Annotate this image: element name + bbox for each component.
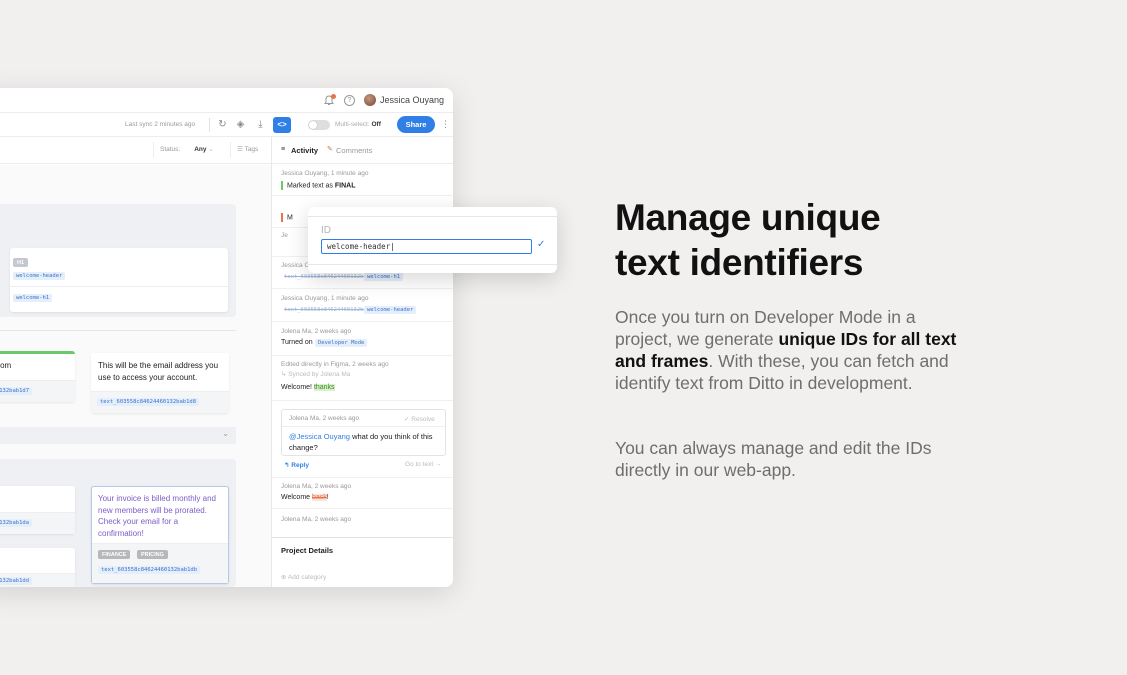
divider (308, 216, 557, 217)
top-bar: ? Jessica Ouyang (0, 88, 453, 113)
body-paragraph-1: Once you turn on Developer Mode in a pro… (615, 307, 957, 393)
toggle-knob (309, 121, 317, 129)
activity-item: Jolena Ma, 2 weeks ago (272, 509, 453, 537)
avatar[interactable] (364, 94, 376, 106)
divider (308, 264, 557, 265)
tag-pricing[interactable]: PRICING (137, 550, 168, 559)
body-paragraph-2: You can always manage and edit the IDs d… (615, 438, 932, 480)
activity-meta: Jolena Ma, 2 weeks ago (281, 516, 352, 523)
headline-line-1: Manage unique (615, 197, 881, 238)
tab-comments[interactable]: Comments (336, 146, 372, 155)
tags-filter[interactable]: ☰ Tags (230, 142, 268, 158)
text-card[interactable]: 4460132bab1dd (0, 548, 75, 587)
activity-item: Jolena Ma, 2 weeks ago Turned on Develop… (272, 322, 453, 356)
more-options-icon[interactable]: ⋮ (441, 119, 450, 130)
card-text: This will be the email address you use t… (98, 361, 219, 382)
app-window: ? Jessica Ouyang Last sync 2 minutes ago… (0, 88, 453, 587)
activity-meta: Jolena Ma, 2 weeks ago (281, 328, 352, 335)
activity-meta: Jessica Ouyang, 1 minute ago (281, 295, 369, 302)
activity-text: M (281, 213, 293, 222)
id-label: ID (321, 225, 331, 236)
layers-icon[interactable]: ◈ (235, 119, 246, 130)
text-card-invoice[interactable]: Your invoice is billed monthly and new m… (91, 486, 229, 584)
id-chip[interactable]: 4460132bab1d7 (0, 387, 33, 395)
frame-group: 4460132bab1da 4460132bab1dd Your invoice… (0, 459, 236, 587)
tab-activity[interactable]: Activity (291, 146, 318, 155)
project-details-title: Project Details (281, 546, 334, 555)
tag-finance[interactable]: FINANCE (98, 550, 131, 559)
developer-mode-chip: Developer Mode (315, 339, 368, 347)
multiselect-toggle[interactable] (308, 120, 330, 130)
developer-mode-button[interactable]: <> (273, 117, 291, 133)
filter-bar: Status: Any ⌄ ☰ Tags (0, 137, 271, 164)
activity-item: Jolena Ma, 2 weeks ago Welcome back! (272, 478, 453, 509)
headline: Manage unique text identifiers (615, 195, 975, 285)
activity-meta: Jessica Ouyang, 1 minute ago (281, 170, 369, 177)
text-card-email[interactable]: This will be the email address you use t… (91, 353, 229, 413)
comment-thread: Jolena Ma, 2 weeks ago ✓ Resolve @Jessic… (272, 401, 453, 478)
id-edit-popup: ID welcome-header| ✓ (308, 207, 557, 273)
check-icon[interactable]: ✓ (537, 239, 545, 250)
download-icon[interactable]: ⤓ (255, 119, 266, 130)
list-icon: ≡ (281, 146, 286, 153)
activity-text: Marked text as FINAL (281, 181, 355, 190)
synced-meta: ↳ Synced by Jolena Ma (281, 371, 351, 378)
refresh-icon[interactable]: ↻ (217, 119, 228, 130)
new-id-chip[interactable]: welcome-h1 (364, 273, 404, 281)
add-category-button[interactable]: ⊕ Add category (281, 573, 326, 581)
id-chip[interactable]: welcome-h1 (13, 294, 53, 302)
divider (0, 330, 236, 331)
id-chip[interactable]: text_603558c84624460132bab1db (98, 566, 201, 574)
activity-item: Jessica Ouyang, 1 minute ago Marked text… (272, 164, 453, 196)
resolve-button[interactable]: ✓ Resolve (404, 415, 435, 423)
card-text: Your invoice is billed monthly and new m… (98, 494, 216, 538)
text-card-welcome[interactable]: H1 welcome-header welcome-h1 (10, 248, 228, 312)
activity-meta: Je (281, 232, 288, 239)
share-button[interactable]: Share (397, 116, 435, 133)
id-chip[interactable]: 4460132bab1dd (0, 577, 33, 585)
comment-icon: ✎ (327, 146, 333, 153)
headline-line-2: text identifiers (615, 242, 864, 283)
id-chip[interactable]: welcome-header (13, 272, 66, 280)
text-canvas: H1 welcome-header welcome-h1 ny.com 4460… (0, 165, 271, 587)
id-chip[interactable]: text_603558c84624460132bab1d8 (97, 398, 200, 406)
project-details: Project Details ⊕ Add category (272, 537, 453, 587)
h1-tag: H1 (13, 258, 29, 267)
frame-group: H1 welcome-header welcome-h1 (0, 204, 236, 317)
notification-dot (331, 94, 336, 99)
text-card-email-partial[interactable]: ny.com 4460132bab1d7 (0, 351, 75, 402)
activity-item: Jessica Ouyang, 1 minute ago text_603558… (272, 289, 453, 322)
collapsed-group-bar[interactable]: ⌄ (0, 427, 236, 444)
activity-text: Welcome! thanks (281, 384, 335, 391)
comment-box[interactable]: Jolena Ma, 2 weeks ago ✓ Resolve @Jessic… (281, 409, 446, 456)
activity-panel: ≡ Activity ✎ Comments Jessica Ouyang, 1 … (271, 137, 453, 587)
card-text: ny.com (0, 361, 12, 370)
activity-meta: Jolena Ma, 2 weeks ago (281, 483, 352, 490)
toolbar: Last sync 2 minutes ago ↻ ◈ ⤓ <> Multi-s… (0, 113, 453, 137)
go-to-text-link[interactable]: Go to text → (405, 461, 442, 468)
activity-item: Edited directly in Figma, 2 weeks ago ↳ … (272, 356, 453, 401)
comment-meta: Jolena Ma, 2 weeks ago (289, 415, 360, 422)
toolbar-divider (209, 118, 210, 132)
new-id-chip[interactable]: welcome-header (364, 306, 417, 314)
status-filter[interactable]: Status: Any ⌄ (153, 142, 228, 158)
activity-meta: Edited directly in Figma, 2 weeks ago (281, 361, 389, 368)
activity-text: Welcome back! (281, 494, 329, 501)
id-chip[interactable]: 4460132bab1da (0, 519, 33, 527)
chevron-down-icon[interactable]: ⌄ (222, 429, 229, 438)
last-sync-text: Last sync 2 minutes ago (125, 121, 196, 128)
multiselect-label: Multi-select: Off (335, 121, 381, 128)
comment-text: @Jessica Ouyang what do you think of thi… (289, 432, 433, 452)
help-icon[interactable]: ? (344, 95, 355, 106)
id-input[interactable]: welcome-header| (321, 239, 532, 254)
user-name[interactable]: Jessica Ouyang (380, 95, 444, 105)
activity-tabs: ≡ Activity ✎ Comments (272, 137, 453, 164)
activity-text: Turned on (281, 339, 313, 346)
text-card[interactable]: 4460132bab1da (0, 486, 75, 534)
reply-button[interactable]: ↰ Reply (284, 461, 309, 469)
